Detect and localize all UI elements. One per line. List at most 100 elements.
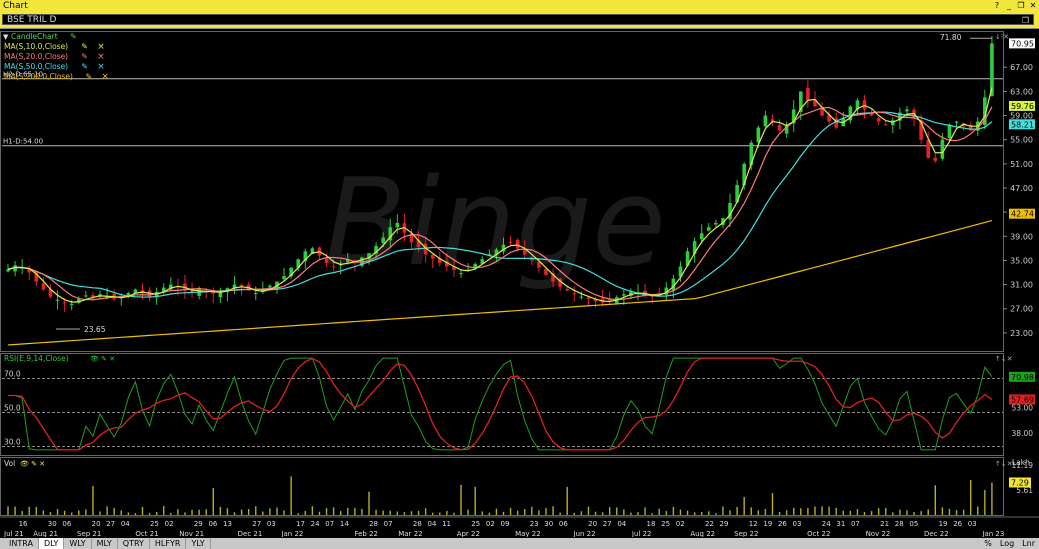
candle-body bbox=[537, 262, 541, 268]
date-label: 02 bbox=[165, 520, 174, 528]
chart-area[interactable]: Binge67.0063.0059.0055.0051.0047.0043.00… bbox=[0, 29, 1039, 537]
date-label: Mar 22 bbox=[398, 530, 422, 537]
price-tag-label: 58.21 bbox=[1011, 120, 1034, 129]
date-label: Aug 22 bbox=[690, 530, 715, 537]
date-label: 21 bbox=[880, 520, 889, 528]
date-label: 06 bbox=[559, 520, 568, 528]
legend-remove-icon: × bbox=[97, 62, 105, 72]
date-label: Aug 21 bbox=[33, 530, 58, 537]
date-label: Feb 22 bbox=[354, 530, 378, 537]
date-label: 14 bbox=[340, 520, 349, 528]
price-tick-label: 63.00 bbox=[1010, 87, 1033, 96]
candle-body bbox=[586, 297, 591, 300]
date-label: 25 bbox=[150, 520, 159, 528]
window-title: Chart bbox=[3, 1, 28, 11]
tab-hlfyr[interactable]: HLFYR bbox=[150, 538, 187, 549]
date-label: 07 bbox=[384, 520, 393, 528]
date-label: 26 bbox=[778, 520, 787, 528]
candle-body bbox=[430, 254, 435, 259]
candle-body bbox=[933, 157, 938, 161]
price-tick-label: 39.00 bbox=[1010, 232, 1033, 241]
date-label: 09 bbox=[501, 520, 510, 528]
candle-body bbox=[940, 139, 945, 159]
date-label: 22 bbox=[705, 520, 714, 528]
tab-mly[interactable]: MLY bbox=[92, 538, 118, 549]
candle-body bbox=[544, 268, 548, 275]
date-label: 20 bbox=[92, 520, 101, 528]
date-label: 06 bbox=[208, 520, 217, 528]
date-label: 27 bbox=[106, 520, 115, 528]
legend-2: MA(S,20.0,Close) bbox=[4, 52, 68, 61]
candle-body bbox=[699, 233, 704, 240]
legend-edit-icon: ✎ bbox=[81, 42, 88, 51]
tab-qtry[interactable]: QTRY bbox=[118, 538, 150, 549]
candle-body bbox=[763, 115, 768, 127]
scale-percent[interactable]: % bbox=[984, 538, 992, 549]
rsi-tag-label: 70.98 bbox=[1011, 373, 1034, 382]
period-tabs: INTRA DLY WLY MLY QTRY HLFYR YLY bbox=[4, 538, 211, 549]
help-icon[interactable]: ? bbox=[993, 0, 1001, 12]
date-label: 04 bbox=[121, 520, 130, 528]
panel-border-1 bbox=[0, 353, 1004, 456]
date-label: 31 bbox=[836, 520, 845, 528]
date-label: Dec 22 bbox=[924, 530, 949, 537]
candle-body bbox=[883, 124, 888, 126]
window-controls: ? _ ❐ ✕ bbox=[993, 0, 1037, 12]
date-label: Jul 21 bbox=[3, 530, 24, 537]
restore-icon[interactable]: ❐ bbox=[1017, 0, 1025, 12]
legend-edit-icon: ✎ bbox=[85, 72, 92, 81]
scale-lnr[interactable]: Lnr bbox=[1022, 538, 1035, 549]
date-label: Jan 22 bbox=[280, 530, 303, 537]
price-tick-label: 35.00 bbox=[1010, 256, 1033, 265]
tab-wly[interactable]: WLY bbox=[64, 538, 92, 549]
candle-body bbox=[947, 124, 952, 139]
symbol-label: BSE TRIL D bbox=[7, 15, 57, 25]
price-tick-label: 47.00 bbox=[1010, 184, 1033, 193]
candle-body bbox=[926, 139, 931, 158]
candle-body bbox=[41, 283, 46, 290]
tab-dly[interactable]: DLY bbox=[38, 538, 65, 549]
price-tick-label: 31.00 bbox=[1010, 281, 1033, 290]
scale-log[interactable]: Log bbox=[1000, 538, 1014, 549]
date-label: Oct 21 bbox=[135, 530, 158, 537]
candle-body bbox=[706, 227, 711, 231]
price-tick-label: 55.00 bbox=[1010, 136, 1033, 145]
date-label: 25 bbox=[661, 520, 670, 528]
symbol-input[interactable]: BSE TRIL D ❐ bbox=[2, 14, 1034, 25]
chart-canvas[interactable]: Binge67.0063.0059.0055.0051.0047.0043.00… bbox=[0, 29, 1039, 537]
price-tick-label: 67.00 bbox=[1010, 63, 1033, 72]
close-icon[interactable]: ✕ bbox=[1029, 0, 1037, 12]
candle-body bbox=[324, 258, 329, 263]
symbol-bar: BSE TRIL D ❐ bbox=[0, 12, 1039, 29]
legend-3: MA(S,50.0,Close) bbox=[4, 62, 68, 71]
restore-chart-icon[interactable]: ❐ bbox=[1022, 15, 1029, 26]
low-label: 23.65 bbox=[84, 325, 106, 334]
candle-body bbox=[395, 223, 400, 228]
price-panel-controls: ↓⁝✕ bbox=[995, 33, 1009, 41]
high-label: 71.80 bbox=[940, 33, 962, 42]
date-label: 27 bbox=[252, 520, 261, 528]
date-label: 18 bbox=[647, 520, 656, 528]
date-label: 24 bbox=[311, 520, 320, 528]
tab-yly[interactable]: YLY bbox=[186, 538, 211, 549]
candle-body bbox=[876, 118, 881, 122]
date-label: Apr 22 bbox=[457, 530, 480, 537]
legend-remove-icon: × bbox=[101, 72, 109, 82]
candle-body bbox=[331, 266, 336, 268]
bottom-bar: INTRA DLY WLY MLY QTRY HLFYR YLY % Log Lnr bbox=[0, 538, 1039, 549]
price-tag-label: 70.95 bbox=[1011, 39, 1034, 48]
panel-border-2 bbox=[0, 457, 1004, 516]
volume-icons: 👁 ✎ ✕ bbox=[20, 460, 45, 468]
date-label: 28 bbox=[369, 520, 378, 528]
legend-edit-icon: ✎ bbox=[70, 32, 77, 41]
date-label: 07 bbox=[851, 520, 860, 528]
minimize-icon[interactable]: _ bbox=[1005, 0, 1013, 12]
date-label: 27 bbox=[603, 520, 612, 528]
tab-intra[interactable]: INTRA bbox=[4, 538, 39, 549]
date-label: 11 bbox=[442, 520, 451, 528]
price-tick-label: 51.00 bbox=[1010, 160, 1033, 169]
date-label: 29 bbox=[194, 520, 203, 528]
date-label: 03 bbox=[267, 520, 276, 528]
rsi-left-tick: 30.0 bbox=[4, 438, 21, 447]
date-label: Dec 21 bbox=[238, 530, 263, 537]
